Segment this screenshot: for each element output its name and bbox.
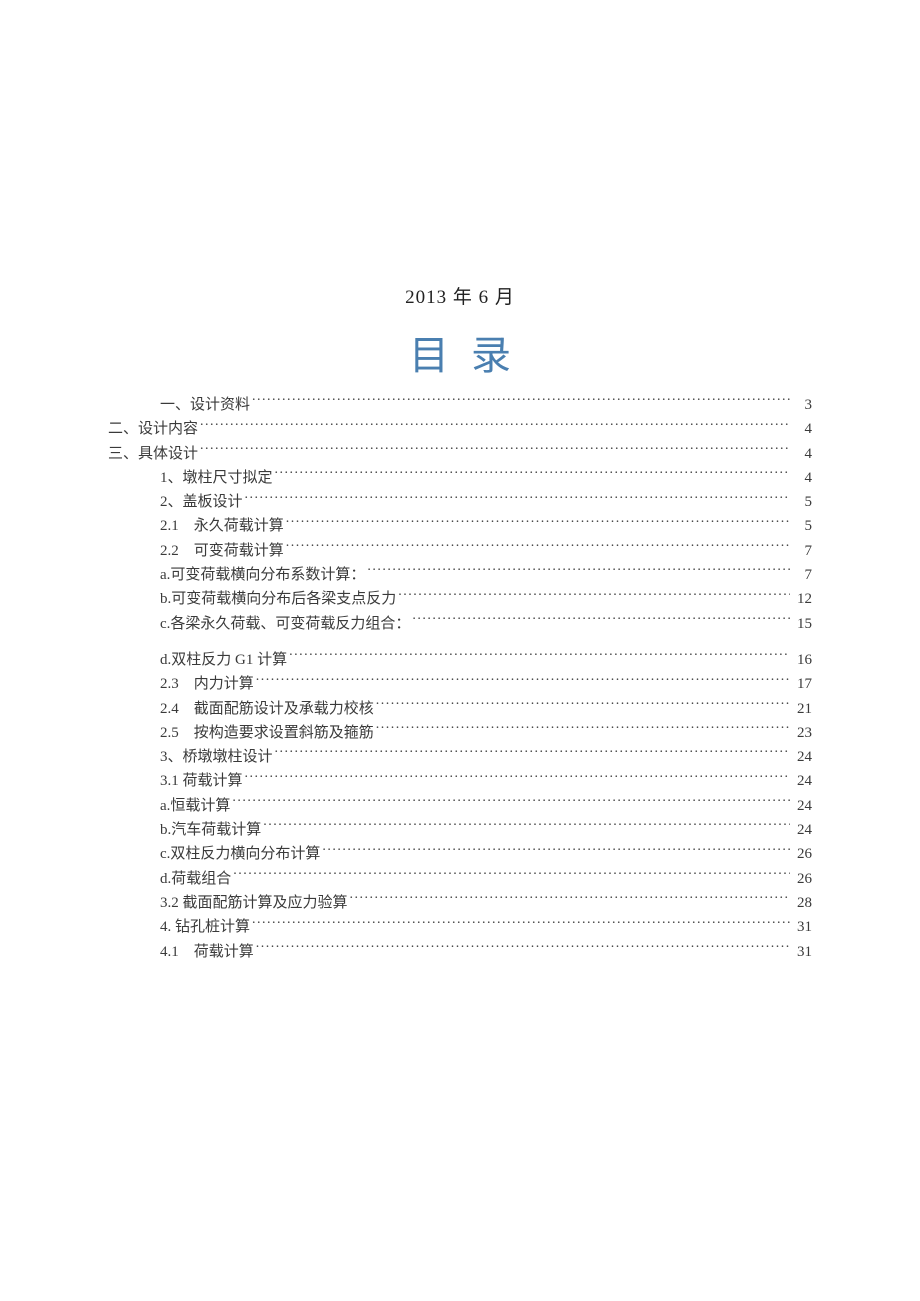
toc-entry-label: b.可变荷载横向分布后各梁支点反力 — [160, 587, 396, 611]
toc-entry[interactable]: 2.4 截面配筋设计及承载力校核 21 — [108, 697, 812, 721]
document-date: 2013 年 6 月 — [108, 0, 812, 309]
toc-leader-dots — [232, 795, 790, 810]
toc-entry-label: 一、设计资料 — [160, 393, 250, 417]
toc-entry-label: c.各梁永久荷载、可变荷载反力组合： — [160, 612, 410, 636]
toc-entry-page: 21 — [792, 697, 812, 721]
toc-entry-page: 26 — [792, 867, 812, 891]
toc-entry[interactable]: 2.5 按构造要求设置斜筋及箍筋 23 — [108, 721, 812, 745]
toc-leader-dots — [245, 491, 790, 506]
toc-entry-label: 2、盖板设计 — [160, 490, 243, 514]
toc-entry-page: 4 — [792, 417, 812, 441]
toc-entry-page: 24 — [792, 818, 812, 842]
toc-entry[interactable]: 4.1 荷载计算 31 — [108, 940, 812, 964]
toc-entry[interactable]: 3.2 截面配筋计算及应力验算 28 — [108, 891, 812, 915]
toc-entry-label: 2.2 可变荷载计算 — [160, 539, 284, 563]
toc-entry[interactable]: 1、墩柱尺寸拟定 4 — [108, 466, 812, 490]
toc-entry-page: 4 — [792, 466, 812, 490]
toc-leader-dots — [286, 515, 790, 530]
toc-entry-page: 5 — [792, 490, 812, 514]
toc-entry-label: 4. 钻孔桩计算 — [160, 915, 250, 939]
toc-entry[interactable]: d.双柱反力 G1 计算 16 — [108, 648, 812, 672]
toc-leader-dots — [398, 588, 790, 603]
toc-entry-page: 7 — [792, 563, 812, 587]
toc-entry[interactable]: 3、桥墩墩柱设计 24 — [108, 745, 812, 769]
toc-title: 目录 — [108, 323, 812, 381]
toc-gap — [108, 636, 812, 648]
toc-entry-page: 15 — [792, 612, 812, 636]
toc-entry-page: 4 — [792, 442, 812, 466]
toc-leader-dots — [376, 722, 790, 737]
toc-entry-page: 3 — [792, 393, 812, 417]
toc-entry[interactable]: b.汽车荷载计算 24 — [108, 818, 812, 842]
toc-leader-dots — [275, 467, 790, 482]
toc-entry-label: 3、桥墩墩柱设计 — [160, 745, 273, 769]
toc-entry-page: 12 — [792, 587, 812, 611]
toc-entry[interactable]: c.双柱反力横向分布计算 26 — [108, 842, 812, 866]
toc-leader-dots — [200, 443, 790, 458]
toc-entry-label: d.双柱反力 G1 计算 — [160, 648, 287, 672]
toc-leader-dots — [412, 613, 790, 628]
toc-entry-label: 3.2 截面配筋计算及应力验算 — [160, 891, 348, 915]
toc-entry[interactable]: 2、盖板设计 5 — [108, 490, 812, 514]
toc-leader-dots — [256, 941, 790, 956]
toc-entry-label: 二、设计内容 — [108, 417, 198, 441]
toc-entry-label: a.可变荷载横向分布系数计算： — [160, 563, 365, 587]
toc-leader-dots — [286, 540, 790, 555]
toc-entry-page: 28 — [792, 891, 812, 915]
toc-entry-page: 26 — [792, 842, 812, 866]
toc-entry-page: 16 — [792, 648, 812, 672]
toc-entry-page: 24 — [792, 769, 812, 793]
toc-leader-dots — [252, 916, 790, 931]
toc-entry[interactable]: 三、具体设计 4 — [108, 442, 812, 466]
toc-leader-dots — [376, 698, 790, 713]
toc-entry-label: 3.1 荷载计算 — [160, 769, 243, 793]
toc-leader-dots — [252, 394, 790, 409]
toc-leader-dots — [233, 868, 790, 883]
toc-entry[interactable]: c.各梁永久荷载、可变荷载反力组合： 15 — [108, 612, 812, 636]
toc-entry-label: 1、墩柱尺寸拟定 — [160, 466, 273, 490]
toc-entry-label: 2.1 永久荷载计算 — [160, 514, 284, 538]
toc-leader-dots — [200, 418, 790, 433]
toc-entry-label: b.汽车荷载计算 — [160, 818, 261, 842]
toc-entry-label: a.恒载计算 — [160, 794, 230, 818]
toc-entry-label: 三、具体设计 — [108, 442, 198, 466]
toc-leader-dots — [322, 843, 790, 858]
toc-leader-dots — [367, 564, 790, 579]
toc-leader-dots — [275, 746, 790, 761]
table-of-contents: 一、设计资料3二、设计内容4三、具体设计41、墩柱尺寸拟定42、盖板设计52.1… — [108, 393, 812, 964]
toc-entry[interactable]: a.可变荷载横向分布系数计算： 7 — [108, 563, 812, 587]
toc-entry-page: 5 — [792, 514, 812, 538]
toc-entry-label: d.荷载组合 — [160, 867, 231, 891]
toc-entry[interactable]: d.荷载组合 26 — [108, 867, 812, 891]
toc-entry[interactable]: a.恒载计算 24 — [108, 794, 812, 818]
toc-entry-label: 2.4 截面配筋设计及承载力校核 — [160, 697, 374, 721]
toc-entry[interactable]: 4. 钻孔桩计算 31 — [108, 915, 812, 939]
toc-entry-page: 17 — [792, 672, 812, 696]
toc-entry-label: 2.5 按构造要求设置斜筋及箍筋 — [160, 721, 374, 745]
toc-entry-page: 23 — [792, 721, 812, 745]
toc-leader-dots — [289, 649, 790, 664]
toc-entry[interactable]: b.可变荷载横向分布后各梁支点反力 12 — [108, 587, 812, 611]
toc-entry[interactable]: 2.1 永久荷载计算 5 — [108, 514, 812, 538]
toc-entry[interactable]: 2.3 内力计算 17 — [108, 672, 812, 696]
toc-entry-label: 4.1 荷载计算 — [160, 940, 254, 964]
toc-entry-page: 24 — [792, 745, 812, 769]
toc-entry-label: 2.3 内力计算 — [160, 672, 254, 696]
toc-entry-page: 24 — [792, 794, 812, 818]
toc-entry[interactable]: 二、设计内容 4 — [108, 417, 812, 441]
toc-leader-dots — [245, 770, 790, 785]
document-page: 2013 年 6 月 目录 一、设计资料3二、设计内容4三、具体设计41、墩柱尺… — [0, 0, 920, 1301]
toc-leader-dots — [263, 819, 790, 834]
toc-entry[interactable]: 3.1 荷载计算 24 — [108, 769, 812, 793]
toc-leader-dots — [256, 673, 790, 688]
toc-entry-label: c.双柱反力横向分布计算 — [160, 842, 320, 866]
toc-entry-page: 7 — [792, 539, 812, 563]
toc-leader-dots — [350, 892, 790, 907]
toc-entry-page: 31 — [792, 915, 812, 939]
toc-entry[interactable]: 2.2 可变荷载计算 7 — [108, 539, 812, 563]
toc-entry[interactable]: 一、设计资料 3 — [108, 393, 812, 417]
toc-entry-page: 31 — [792, 940, 812, 964]
